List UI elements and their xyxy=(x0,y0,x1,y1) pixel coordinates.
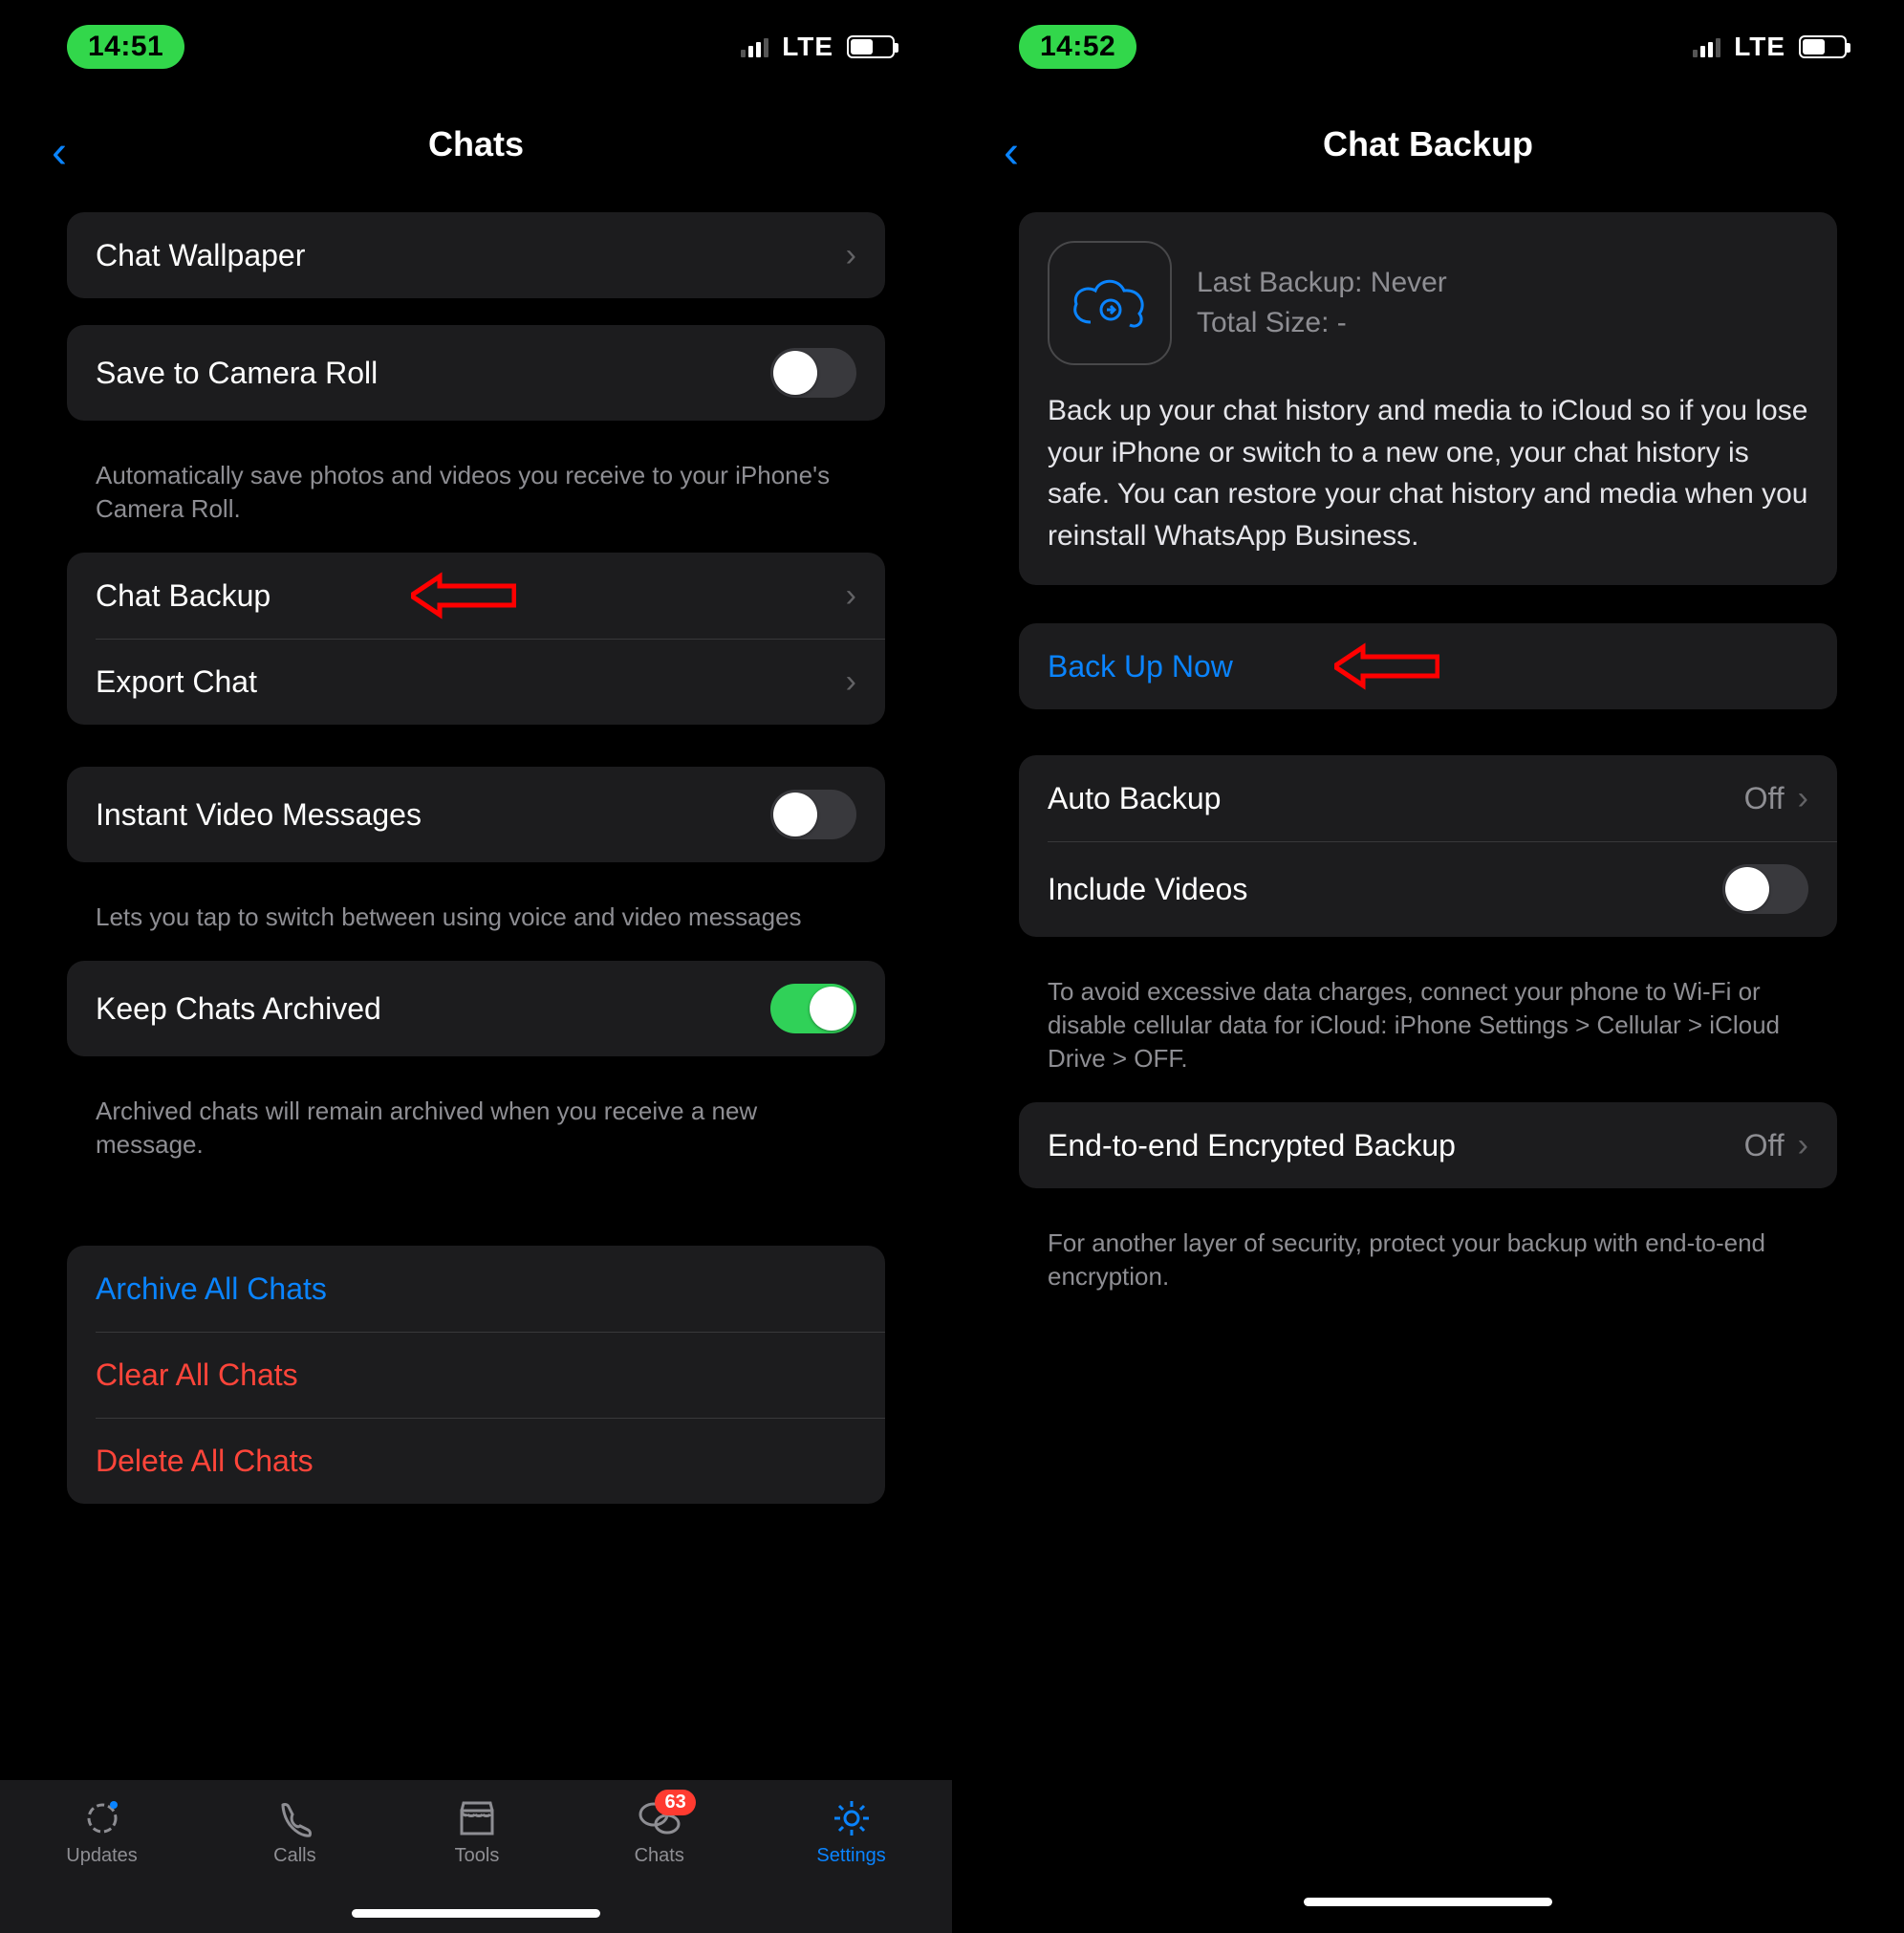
row-label: Instant Video Messages xyxy=(96,797,770,833)
storefront-icon xyxy=(452,1797,502,1839)
row-back-up-now[interactable]: Back Up Now xyxy=(1019,623,1837,709)
row-value: Off xyxy=(1744,1128,1785,1163)
status-time: 14:52 xyxy=(1019,25,1136,69)
row-label: Include Videos xyxy=(1048,872,1722,907)
row-auto-backup[interactable]: Auto Backup Off › xyxy=(1019,755,1837,841)
annotation-arrow-icon xyxy=(411,572,516,619)
network-label: LTE xyxy=(1734,32,1785,62)
row-value: Off xyxy=(1744,781,1785,816)
group-instant-video: Instant Video Messages xyxy=(67,767,885,862)
row-delete-all[interactable]: Delete All Chats xyxy=(67,1418,885,1504)
row-label: Auto Backup xyxy=(1048,781,1744,816)
tab-label: Chats xyxy=(635,1845,684,1867)
group-auto-backup: Auto Backup Off › Include Videos xyxy=(1019,755,1837,937)
back-button[interactable]: ‹ xyxy=(52,126,67,179)
row-label: Clear All Chats xyxy=(96,1357,856,1393)
toggle-include-videos[interactable] xyxy=(1722,864,1808,914)
cellular-signal-icon xyxy=(1693,36,1720,57)
row-label: Keep Chats Archived xyxy=(96,991,770,1027)
tab-bar: Updates Calls Tools 63 Chats Setting xyxy=(0,1780,952,1933)
row-label: Export Chat xyxy=(96,664,846,700)
tab-label: Calls xyxy=(273,1845,315,1867)
row-chat-backup[interactable]: Chat Backup › xyxy=(67,553,885,639)
scroll-content[interactable]: Chat Wallpaper › Save to Camera Roll Aut… xyxy=(0,212,952,1933)
group-keep-archived: Keep Chats Archived xyxy=(67,961,885,1056)
note-camera-roll: Automatically save photos and videos you… xyxy=(67,447,885,553)
note-instant-video: Lets you tap to switch between using voi… xyxy=(67,889,885,961)
row-archive-all[interactable]: Archive All Chats xyxy=(67,1246,885,1332)
backup-meta: Last Backup: Never Total Size: - xyxy=(1197,263,1447,343)
row-label: Archive All Chats xyxy=(96,1271,856,1307)
row-label: Delete All Chats xyxy=(96,1444,856,1479)
row-include-videos[interactable]: Include Videos xyxy=(1019,841,1837,937)
group-backup-export: Chat Backup › Export Chat › xyxy=(67,553,885,725)
tab-calls[interactable]: Calls xyxy=(270,1797,319,1867)
note-e2e: For another layer of security, protect y… xyxy=(1019,1215,1837,1320)
status-bar: 14:51 LTE xyxy=(0,0,952,86)
chevron-right-icon: › xyxy=(846,237,856,274)
status-bar: 14:52 LTE xyxy=(952,0,1904,86)
updates-icon xyxy=(77,1797,127,1839)
tab-chats[interactable]: 63 Chats xyxy=(635,1797,684,1867)
cellular-signal-icon xyxy=(741,36,768,57)
toggle-keep-archived[interactable] xyxy=(770,984,856,1033)
group-danger-actions: Archive All Chats Clear All Chats Delete… xyxy=(67,1246,885,1504)
tab-updates[interactable]: Updates xyxy=(66,1797,138,1867)
row-e2e-backup[interactable]: End-to-end Encrypted Backup Off › xyxy=(1019,1102,1837,1188)
group-wallpaper: Chat Wallpaper › xyxy=(67,212,885,298)
tab-tools[interactable]: Tools xyxy=(452,1797,502,1867)
note-include-videos: To avoid excessive data charges, connect… xyxy=(1019,964,1837,1102)
chevron-right-icon: › xyxy=(1798,1127,1808,1164)
nav-header: ‹ Chat Backup xyxy=(952,86,1904,212)
row-keep-archived[interactable]: Keep Chats Archived xyxy=(67,961,885,1056)
backup-description: Back up your chat history and media to i… xyxy=(1048,390,1808,556)
home-indicator[interactable] xyxy=(1304,1898,1552,1906)
row-save-camera-roll[interactable]: Save to Camera Roll xyxy=(67,325,885,421)
chevron-right-icon: › xyxy=(1798,780,1808,817)
row-clear-all[interactable]: Clear All Chats xyxy=(67,1332,885,1418)
right-screenshot: 14:52 LTE ‹ Chat Backup xyxy=(952,0,1904,1933)
row-label: Save to Camera Roll xyxy=(96,356,770,391)
row-export-chat[interactable]: Export Chat › xyxy=(67,639,885,725)
phone-icon xyxy=(270,1797,319,1839)
chevron-right-icon: › xyxy=(846,663,856,701)
network-label: LTE xyxy=(782,32,833,62)
row-chat-wallpaper[interactable]: Chat Wallpaper › xyxy=(67,212,885,298)
note-keep-archived: Archived chats will remain archived when… xyxy=(67,1083,885,1188)
toggle-save-camera-roll[interactable] xyxy=(770,348,856,398)
left-screenshot: 14:51 LTE ‹ Chats Chat Wallpaper › Save … xyxy=(0,0,952,1933)
group-e2e: End-to-end Encrypted Backup Off › xyxy=(1019,1102,1837,1188)
row-label: Chat Wallpaper xyxy=(96,238,846,273)
tab-settings[interactable]: Settings xyxy=(816,1797,885,1867)
scroll-content[interactable]: Last Backup: Never Total Size: - Back up… xyxy=(952,212,1904,1933)
row-instant-video[interactable]: Instant Video Messages xyxy=(67,767,885,862)
status-right: LTE xyxy=(741,32,895,62)
last-backup-label: Last Backup: Never xyxy=(1197,263,1447,303)
nav-header: ‹ Chats xyxy=(0,86,952,212)
chevron-right-icon: › xyxy=(846,577,856,615)
gear-icon xyxy=(827,1797,876,1839)
page-title: Chats xyxy=(428,124,524,164)
group-camera-roll: Save to Camera Roll xyxy=(67,325,885,421)
back-button[interactable]: ‹ xyxy=(1004,126,1019,179)
backup-info-card: Last Backup: Never Total Size: - Back up… xyxy=(1019,212,1837,585)
status-time: 14:51 xyxy=(67,25,184,69)
tab-label: Updates xyxy=(66,1845,138,1867)
battery-icon xyxy=(847,35,895,58)
toggle-instant-video[interactable] xyxy=(770,790,856,839)
row-label: End-to-end Encrypted Backup xyxy=(1048,1128,1744,1163)
badge: 63 xyxy=(655,1790,695,1815)
tab-label: Settings xyxy=(816,1845,885,1867)
icloud-icon xyxy=(1048,241,1172,365)
total-size-label: Total Size: - xyxy=(1197,303,1447,343)
annotation-arrow-icon xyxy=(1334,642,1439,690)
page-title: Chat Backup xyxy=(1323,124,1533,164)
tab-label: Tools xyxy=(455,1845,500,1867)
home-indicator[interactable] xyxy=(352,1909,600,1918)
group-backup-now: Back Up Now xyxy=(1019,623,1837,709)
chat-bubbles-icon: 63 xyxy=(635,1797,684,1839)
battery-icon xyxy=(1799,35,1847,58)
status-right: LTE xyxy=(1693,32,1847,62)
